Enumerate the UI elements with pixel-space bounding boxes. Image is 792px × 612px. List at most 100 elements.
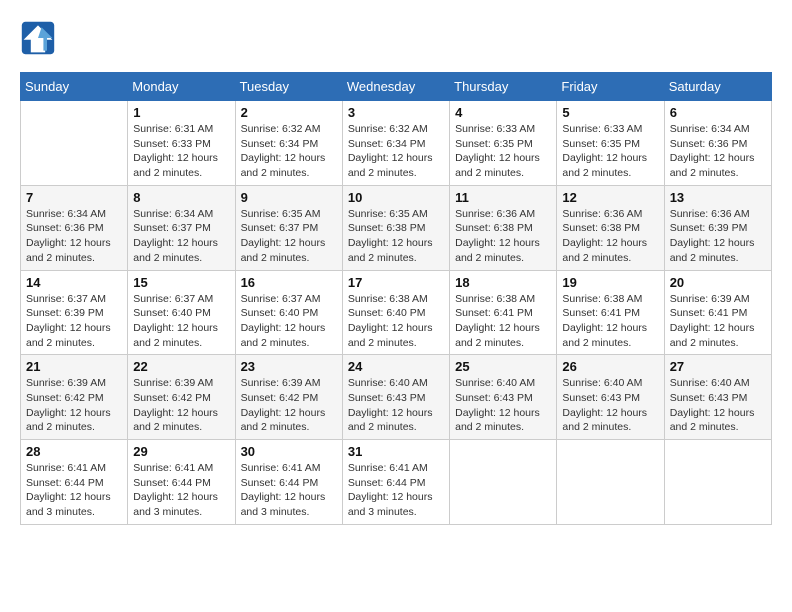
calendar-cell: 9 Sunrise: 6:35 AMSunset: 6:37 PMDaylight… (235, 185, 342, 270)
calendar-cell: 2 Sunrise: 6:32 AMSunset: 6:34 PMDaylight… (235, 101, 342, 186)
calendar-cell: 30 Sunrise: 6:41 AMSunset: 6:44 PMDayligh… (235, 440, 342, 525)
calendar-cell: 14Sunrise: 6:37 AMSunset: 6:39 PMDayligh… (21, 270, 128, 355)
day-number: 4 (455, 105, 551, 120)
day-number: 7 (26, 190, 122, 205)
day-number: 8 (133, 190, 229, 205)
calendar-cell: 19 Sunrise: 6:38 AMSunset: 6:41 PMDayligh… (557, 270, 664, 355)
day-info: Sunrise: 6:36 AMSunset: 6:39 PMDaylight:… (670, 207, 766, 266)
day-info: Sunrise: 6:37 AMSunset: 6:40 PMDaylight:… (133, 292, 229, 351)
calendar-cell: 25 Sunrise: 6:40 AMSunset: 6:43 PMDayligh… (450, 355, 557, 440)
calendar-cell: 23Sunrise: 6:39 AMSunset: 6:42 PMDayligh… (235, 355, 342, 440)
day-info: Sunrise: 6:34 AMSunset: 6:37 PMDaylight:… (133, 207, 229, 266)
day-info: Sunrise: 6:39 AMSunset: 6:41 PMDaylight:… (670, 292, 766, 351)
day-number: 17 (348, 275, 444, 290)
day-info: Sunrise: 6:40 AMSunset: 6:43 PMDaylight:… (348, 376, 444, 435)
day-number: 5 (562, 105, 658, 120)
calendar-cell: 10Sunrise: 6:35 AMSunset: 6:38 PMDayligh… (342, 185, 449, 270)
calendar-cell (557, 440, 664, 525)
day-number: 28 (26, 444, 122, 459)
day-number: 1 (133, 105, 229, 120)
calendar-week-row: 14Sunrise: 6:37 AMSunset: 6:39 PMDayligh… (21, 270, 772, 355)
day-number: 2 (241, 105, 337, 120)
day-number: 16 (241, 275, 337, 290)
day-number: 9 (241, 190, 337, 205)
calendar-cell: 6 Sunrise: 6:34 AMSunset: 6:36 PMDaylight… (664, 101, 771, 186)
calendar-table: SundayMondayTuesdayWednesdayThursdayFrid… (20, 72, 772, 525)
day-number: 11 (455, 190, 551, 205)
calendar-week-row: 21 Sunrise: 6:39 AMSunset: 6:42 PMDayligh… (21, 355, 772, 440)
logo (20, 20, 60, 56)
day-number: 3 (348, 105, 444, 120)
calendar-cell: 27Sunrise: 6:40 AMSunset: 6:43 PMDayligh… (664, 355, 771, 440)
day-info: Sunrise: 6:37 AMSunset: 6:40 PMDaylight:… (241, 292, 337, 351)
day-info: Sunrise: 6:33 AMSunset: 6:35 PMDaylight:… (562, 122, 658, 181)
calendar-cell: 4 Sunrise: 6:33 AMSunset: 6:35 PMDaylight… (450, 101, 557, 186)
calendar-cell: 29Sunrise: 6:41 AMSunset: 6:44 PMDayligh… (128, 440, 235, 525)
calendar-header-row: SundayMondayTuesdayWednesdayThursdayFrid… (21, 73, 772, 101)
day-number: 6 (670, 105, 766, 120)
calendar-cell (664, 440, 771, 525)
day-number: 30 (241, 444, 337, 459)
day-info: Sunrise: 6:32 AMSunset: 6:34 PMDaylight:… (241, 122, 337, 181)
page-header (20, 20, 772, 56)
calendar-cell: 26 Sunrise: 6:40 AMSunset: 6:43 PMDayligh… (557, 355, 664, 440)
day-number: 20 (670, 275, 766, 290)
day-number: 14 (26, 275, 122, 290)
calendar-cell: 16 Sunrise: 6:37 AMSunset: 6:40 PMDayligh… (235, 270, 342, 355)
logo-icon (20, 20, 56, 56)
column-header-sunday: Sunday (21, 73, 128, 101)
calendar-cell: 3Sunrise: 6:32 AMSunset: 6:34 PMDaylight… (342, 101, 449, 186)
calendar-cell: 7 Sunrise: 6:34 AMSunset: 6:36 PMDaylight… (21, 185, 128, 270)
day-number: 15 (133, 275, 229, 290)
calendar-cell: 21 Sunrise: 6:39 AMSunset: 6:42 PMDayligh… (21, 355, 128, 440)
calendar-cell (450, 440, 557, 525)
column-header-saturday: Saturday (664, 73, 771, 101)
column-header-friday: Friday (557, 73, 664, 101)
day-number: 13 (670, 190, 766, 205)
day-number: 26 (562, 359, 658, 374)
day-number: 12 (562, 190, 658, 205)
day-info: Sunrise: 6:35 AMSunset: 6:37 PMDaylight:… (241, 207, 337, 266)
calendar-cell: 13 Sunrise: 6:36 AMSunset: 6:39 PMDayligh… (664, 185, 771, 270)
calendar-cell: 24 Sunrise: 6:40 AMSunset: 6:43 PMDayligh… (342, 355, 449, 440)
day-info: Sunrise: 6:40 AMSunset: 6:43 PMDaylight:… (455, 376, 551, 435)
day-info: Sunrise: 6:41 AMSunset: 6:44 PMDaylight:… (133, 461, 229, 520)
day-number: 24 (348, 359, 444, 374)
calendar-week-row: 28 Sunrise: 6:41 AMSunset: 6:44 PMDayligh… (21, 440, 772, 525)
column-header-monday: Monday (128, 73, 235, 101)
calendar-week-row: 7 Sunrise: 6:34 AMSunset: 6:36 PMDaylight… (21, 185, 772, 270)
column-header-tuesday: Tuesday (235, 73, 342, 101)
day-info: Sunrise: 6:38 AMSunset: 6:40 PMDaylight:… (348, 292, 444, 351)
day-number: 22 (133, 359, 229, 374)
day-number: 31 (348, 444, 444, 459)
calendar-cell: 20 Sunrise: 6:39 AMSunset: 6:41 PMDayligh… (664, 270, 771, 355)
calendar-cell: 5 Sunrise: 6:33 AMSunset: 6:35 PMDaylight… (557, 101, 664, 186)
calendar-cell: 22 Sunrise: 6:39 AMSunset: 6:42 PMDayligh… (128, 355, 235, 440)
day-info: Sunrise: 6:39 AMSunset: 6:42 PMDaylight:… (133, 376, 229, 435)
day-number: 19 (562, 275, 658, 290)
day-info: Sunrise: 6:36 AMSunset: 6:38 PMDaylight:… (562, 207, 658, 266)
calendar-cell: 18Sunrise: 6:38 AMSunset: 6:41 PMDayligh… (450, 270, 557, 355)
day-number: 23 (241, 359, 337, 374)
day-info: Sunrise: 6:41 AMSunset: 6:44 PMDaylight:… (241, 461, 337, 520)
day-info: Sunrise: 6:40 AMSunset: 6:43 PMDaylight:… (670, 376, 766, 435)
day-info: Sunrise: 6:31 AMSunset: 6:33 PMDaylight:… (133, 122, 229, 181)
calendar-cell: 8 Sunrise: 6:34 AMSunset: 6:37 PMDaylight… (128, 185, 235, 270)
day-info: Sunrise: 6:34 AMSunset: 6:36 PMDaylight:… (26, 207, 122, 266)
day-info: Sunrise: 6:34 AMSunset: 6:36 PMDaylight:… (670, 122, 766, 181)
calendar-week-row: 1 Sunrise: 6:31 AMSunset: 6:33 PMDaylight… (21, 101, 772, 186)
day-info: Sunrise: 6:40 AMSunset: 6:43 PMDaylight:… (562, 376, 658, 435)
day-number: 25 (455, 359, 551, 374)
day-info: Sunrise: 6:35 AMSunset: 6:38 PMDaylight:… (348, 207, 444, 266)
calendar-cell: 17 Sunrise: 6:38 AMSunset: 6:40 PMDayligh… (342, 270, 449, 355)
day-info: Sunrise: 6:33 AMSunset: 6:35 PMDaylight:… (455, 122, 551, 181)
column-header-wednesday: Wednesday (342, 73, 449, 101)
day-info: Sunrise: 6:38 AMSunset: 6:41 PMDaylight:… (562, 292, 658, 351)
calendar-cell: 31Sunrise: 6:41 AMSunset: 6:44 PMDayligh… (342, 440, 449, 525)
calendar-cell: 12 Sunrise: 6:36 AMSunset: 6:38 PMDayligh… (557, 185, 664, 270)
day-info: Sunrise: 6:38 AMSunset: 6:41 PMDaylight:… (455, 292, 551, 351)
day-number: 21 (26, 359, 122, 374)
day-info: Sunrise: 6:39 AMSunset: 6:42 PMDaylight:… (26, 376, 122, 435)
column-header-thursday: Thursday (450, 73, 557, 101)
calendar-cell: 11Sunrise: 6:36 AMSunset: 6:38 PMDayligh… (450, 185, 557, 270)
